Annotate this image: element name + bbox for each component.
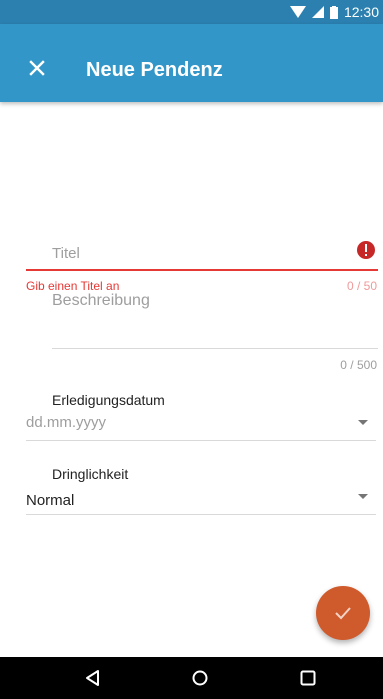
close-icon [29, 60, 45, 76]
description-counter: 0 / 500 [340, 358, 377, 372]
battery-icon [329, 5, 338, 19]
status-time: 12:30 [343, 4, 379, 20]
description-underline [52, 348, 378, 349]
back-button[interactable] [84, 669, 102, 692]
status-icons: 12:30 [289, 4, 379, 20]
description-placeholder: Beschreibung [52, 292, 150, 309]
back-icon [86, 670, 99, 686]
urgency-underline [26, 514, 376, 515]
due-date-label: Erledigungsdatum [52, 392, 165, 408]
recents-icon [300, 670, 316, 686]
urgency-select[interactable]: Normal [26, 486, 378, 516]
due-date-underline [26, 440, 376, 441]
title-underline [26, 269, 378, 271]
recents-button[interactable] [299, 669, 317, 692]
app-bar: Neue Pendenz [0, 24, 383, 102]
page-title: Neue Pendenz [86, 59, 223, 81]
close-button[interactable] [26, 57, 48, 79]
urgency-value: Normal [26, 492, 75, 509]
due-date-placeholder: dd.mm.yyyy [26, 414, 107, 431]
home-button[interactable] [191, 669, 209, 692]
check-icon [335, 607, 351, 620]
error-icon [357, 241, 375, 259]
chevron-down-icon [358, 420, 368, 425]
home-icon [192, 670, 208, 686]
navigation-bar [0, 657, 383, 699]
title-field[interactable]: Titel [26, 235, 378, 271]
wifi-icon [289, 6, 306, 18]
description-field[interactable]: Beschreibung [26, 290, 378, 349]
title-placeholder: Titel [52, 245, 80, 262]
due-date-field[interactable]: dd.mm.yyyy [26, 410, 378, 442]
status-bar: 12:30 [0, 0, 383, 24]
urgency-label: Dringlichkeit [52, 466, 129, 482]
signal-icon [311, 6, 324, 18]
chevron-down-icon [358, 494, 368, 499]
save-button[interactable] [316, 586, 370, 640]
